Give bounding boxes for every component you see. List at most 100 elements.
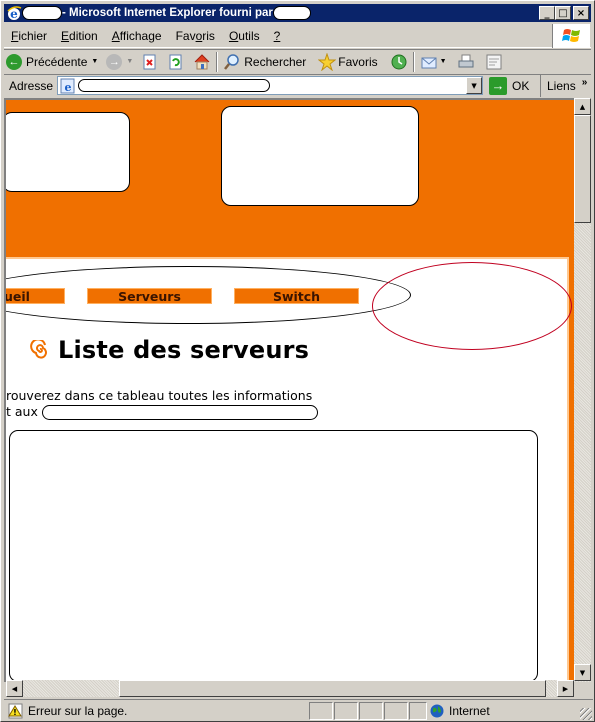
- spiral-icon: [30, 340, 47, 359]
- printer-icon: [458, 54, 474, 67]
- horizontal-scrollbar[interactable]: ◀ ▶: [6, 680, 574, 697]
- intro-text: rouverez dans ce tableau toutes les info…: [6, 388, 318, 420]
- menu-affichage[interactable]: Affichage: [105, 29, 169, 43]
- status-bar: ! Erreur sur la page. Internet: [4, 699, 593, 721]
- security-zone: Internet: [429, 702, 490, 720]
- close-icon: ×: [576, 7, 586, 19]
- menu-edition[interactable]: Edition: [54, 29, 105, 43]
- status-panel: [384, 702, 408, 720]
- history-icon: [391, 54, 407, 69]
- forward-button[interactable]: → ▼: [104, 51, 139, 73]
- favorites-button[interactable]: Favoris: [316, 51, 379, 73]
- maximize-icon: □: [558, 7, 568, 19]
- page-icon: e: [60, 78, 75, 94]
- status-panel: [309, 702, 333, 720]
- stop-icon: [143, 54, 156, 69]
- search-label: Rechercher: [244, 54, 307, 69]
- warning-icon[interactable]: !: [8, 703, 24, 719]
- vertical-scroll-thumb[interactable]: [574, 115, 591, 223]
- edit-page-icon: [486, 54, 502, 69]
- title-bar[interactable]: e - Microsoft Internet Explorer fourni p…: [4, 4, 591, 22]
- svg-text:e: e: [65, 81, 72, 94]
- refresh-icon: [169, 54, 182, 69]
- resize-grip-icon[interactable]: [580, 708, 592, 720]
- close-button[interactable]: ×: [573, 6, 589, 20]
- page-title-text: Liste des serveurs: [58, 336, 310, 364]
- go-label: OK: [512, 78, 530, 93]
- back-button[interactable]: ← Précédente ▼: [4, 51, 104, 73]
- scroll-left-button[interactable]: ◀: [6, 680, 23, 697]
- mail-dropdown-icon[interactable]: ▼: [440, 58, 447, 65]
- minimize-icon: _: [544, 7, 550, 19]
- accelerator-key: ?: [273, 28, 281, 43]
- accelerator-key: A: [111, 28, 120, 43]
- refresh-button[interactable]: [165, 51, 185, 73]
- accelerator-key: F: [11, 28, 19, 43]
- status-panel: [359, 702, 383, 720]
- minimize-button[interactable]: _: [539, 6, 555, 20]
- menu-help[interactable]: ?: [267, 29, 288, 43]
- go-button[interactable]: → OK: [489, 76, 530, 95]
- forward-arrow-icon: →: [106, 53, 123, 70]
- chevron-right-icon[interactable]: »: [582, 77, 588, 88]
- back-arrow-icon: ←: [6, 53, 22, 70]
- search-icon: [224, 53, 240, 70]
- redacted-logo-center: [221, 106, 419, 206]
- print-button[interactable]: [455, 51, 477, 73]
- address-input[interactable]: e ▼: [57, 76, 484, 95]
- accelerator-key: O: [228, 28, 239, 43]
- redacted-server-table: [9, 430, 538, 682]
- history-button[interactable]: [388, 51, 410, 73]
- home-icon: [194, 53, 210, 69]
- redacted-url: [78, 79, 271, 92]
- toolbar-separator: [412, 51, 415, 72]
- status-panel: [409, 702, 427, 720]
- status-message: Erreur sur la page.: [28, 703, 128, 718]
- address-dropdown-icon[interactable]: ▼: [466, 77, 483, 94]
- browser-window: e - Microsoft Internet Explorer fourni p…: [0, 0, 595, 722]
- intro-line-2: t aux: [6, 404, 38, 419]
- svg-text:!: !: [13, 708, 17, 717]
- site-header: [6, 100, 574, 257]
- accelerator-key: E: [61, 28, 70, 43]
- mail-button[interactable]: ▼: [418, 51, 451, 73]
- back-dropdown-icon[interactable]: ▼: [91, 58, 98, 65]
- forward-dropdown-icon[interactable]: ▼: [126, 58, 133, 65]
- redacted-provider: [272, 6, 311, 20]
- standard-toolbar: ← Précédente ▼ → ▼ Rechercher Favoris ▼: [4, 49, 591, 73]
- redacted-title-part: [22, 6, 62, 20]
- edit-button[interactable]: [483, 51, 505, 73]
- windows-logo-icon: [552, 24, 590, 48]
- globe-icon: [430, 704, 444, 718]
- links-button[interactable]: Liens »: [540, 75, 591, 97]
- annotation-ellipse-red: [372, 262, 572, 350]
- vertical-scrollbar[interactable]: ▲ ▼: [574, 98, 591, 682]
- mail-icon: [421, 57, 437, 68]
- search-button[interactable]: Rechercher: [221, 51, 308, 73]
- horizontal-scroll-thumb[interactable]: [119, 680, 546, 697]
- menu-bar: Fichier Edition Affichage Favoris Outils…: [4, 24, 591, 48]
- window-title: - Microsoft Internet Explorer fourni par: [62, 7, 273, 19]
- links-label: Liens: [547, 79, 576, 93]
- maximize-button[interactable]: □: [555, 6, 571, 20]
- toolbar-separator: [216, 51, 219, 72]
- stop-button[interactable]: [139, 51, 159, 73]
- right-border-stripe: [567, 257, 574, 682]
- ie-logo-icon: e: [6, 5, 22, 21]
- page-viewport: ueil Serveurs Switch Liste des serveurs …: [4, 98, 574, 682]
- address-bar: Adresse e ▼ → OK Liens »: [4, 74, 591, 97]
- scroll-right-button[interactable]: ▶: [557, 680, 574, 697]
- favorites-label: Favoris: [338, 54, 378, 69]
- page-title: Liste des serveurs: [30, 336, 309, 364]
- menu-favoris[interactable]: Favoris: [169, 29, 222, 43]
- scroll-down-button[interactable]: ▼: [574, 664, 591, 681]
- intro-line-1: rouverez dans ce tableau toutes les info…: [6, 388, 313, 403]
- back-label: Précédente: [26, 54, 88, 69]
- scroll-up-button[interactable]: ▲: [574, 98, 591, 115]
- go-arrow-icon: →: [489, 76, 508, 95]
- redacted-intro-text: [41, 404, 318, 420]
- menu-fichier[interactable]: Fichier: [4, 29, 54, 43]
- home-button[interactable]: [191, 51, 213, 73]
- redacted-logo-left: [6, 112, 130, 192]
- menu-outils[interactable]: Outils: [222, 29, 267, 43]
